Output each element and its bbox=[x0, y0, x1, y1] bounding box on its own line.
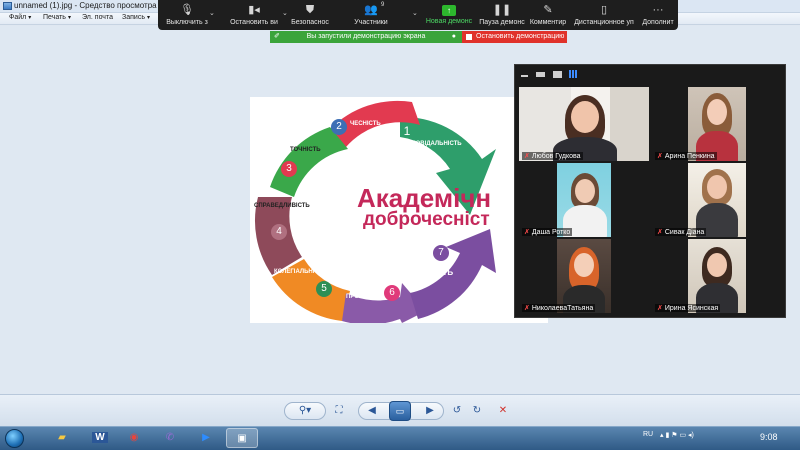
remote-control-button[interactable]: ▯ Дистанционное уп bbox=[570, 0, 638, 30]
security-button[interactable]: ⛊ Безопаснос bbox=[290, 0, 330, 30]
segment-number-4: 4 bbox=[271, 224, 287, 240]
more-button[interactable]: ··· Дополнит bbox=[640, 0, 676, 30]
more-icon: ··· bbox=[652, 4, 664, 16]
pen-icon: ✎ bbox=[543, 4, 553, 16]
participant-name: ✗ НиколаеваТатьяна bbox=[522, 304, 596, 312]
window-title: unnamed (1).jpg - Средство просмотра фо bbox=[14, 1, 170, 10]
previous-icon[interactable]: ◀ bbox=[365, 403, 379, 419]
taskbar-clock[interactable]: 9:08 bbox=[760, 432, 778, 442]
photo-viewer-taskbar-icon[interactable]: ▣ bbox=[226, 428, 258, 448]
muted-mic-icon: ✗ bbox=[657, 305, 663, 312]
participants-button[interactable]: 👥 Участники bbox=[348, 0, 394, 30]
participants-count: 9 bbox=[381, 2, 385, 8]
participant-name: ✗ Ирина Ясинская bbox=[655, 304, 721, 312]
share-screen-icon: ↑ bbox=[442, 5, 456, 16]
muted-mic-icon: ✗ bbox=[524, 153, 530, 160]
participant-name: ✗ Даша Ротко bbox=[522, 228, 573, 236]
menu-print[interactable]: Печать ▾ bbox=[43, 14, 71, 21]
slide-image: ЧЕСНІСТЬ ВІДПОВІДАЛЬНІСТЬ ТОЧНІСТЬ СПРАВ… bbox=[250, 97, 548, 323]
stop-video-button[interactable]: ▮◂ Остановить ви bbox=[218, 0, 290, 30]
speaker-view-icon[interactable] bbox=[553, 71, 562, 78]
shield-icon: ● bbox=[451, 33, 456, 40]
photo-viewer-icon bbox=[3, 2, 12, 10]
sharing-status-banner: ✐ Вы запустили демонстрацию экрана ● bbox=[270, 31, 462, 43]
participant-tile[interactable]: ✗ Сивак Діана bbox=[652, 163, 782, 237]
chevron-down-icon: ▾ bbox=[67, 15, 71, 21]
slideshow-button[interactable]: ▭ bbox=[389, 401, 411, 421]
word-taskbar-icon[interactable]: W bbox=[84, 428, 116, 448]
muted-mic-icon: ✗ bbox=[524, 229, 530, 236]
pause-share-button[interactable]: ❚❚ Пауза демонс bbox=[478, 0, 526, 30]
segment-label-collegiality: КОЛЕГІАЛЬНІСТЬ bbox=[274, 269, 327, 275]
chevron-up-icon[interactable]: ⌄ bbox=[282, 9, 288, 17]
chevron-down-icon: ▾ bbox=[146, 15, 150, 21]
menu-file[interactable]: Файл ▾ bbox=[9, 14, 31, 21]
rotate-left-icon[interactable]: ↺ bbox=[450, 403, 464, 419]
participant-tile[interactable]: ✗ Любов Гудкова bbox=[519, 87, 649, 161]
zoom-meeting-toolbar: 🎙 Выключить з ⌄ ▮◂ Остановить ви ⌄ ⛊ Без… bbox=[158, 0, 678, 30]
slideshow-icon: ▭ bbox=[395, 406, 405, 416]
muted-mic-icon: ✗ bbox=[524, 305, 530, 312]
microphone-icon: 🎙 bbox=[180, 4, 194, 16]
delete-icon[interactable]: ✕ bbox=[496, 403, 510, 419]
rotate-right-icon[interactable]: ↻ bbox=[470, 403, 484, 419]
people-icon: 👥 bbox=[364, 4, 378, 16]
segment-number-7: 7 bbox=[433, 245, 449, 261]
participant-tile[interactable]: ✗ Ирина Ясинская bbox=[652, 239, 782, 313]
chevron-down-icon: ▾ bbox=[28, 15, 32, 21]
stop-icon bbox=[466, 34, 472, 40]
magnifier-icon: ⚲▾ bbox=[298, 405, 312, 416]
chrome-taskbar-icon[interactable]: ◉ bbox=[118, 428, 150, 448]
participant-name: ✗ Сивак Діана bbox=[655, 228, 707, 236]
chevron-up-icon[interactable]: ⌄ bbox=[412, 9, 418, 17]
minimize-icon[interactable] bbox=[521, 75, 528, 77]
participant-tile[interactable]: ✗ Арина Пенкина bbox=[652, 87, 782, 161]
muted-mic-icon: ✗ bbox=[657, 153, 663, 160]
video-gallery-panel[interactable]: ✗ Любов Гудкова ✗ Арина Пенкина ✗ Даша Ротк… bbox=[514, 64, 786, 318]
shield-icon: ⛊ bbox=[305, 4, 315, 16]
menu-record[interactable]: Запись ▾ bbox=[122, 14, 150, 21]
segment-label-fairness: СПРАВЕДЛИВІСТЬ bbox=[254, 203, 310, 209]
segment-label-transparency: ПРОЗОРІСТЬ bbox=[346, 294, 386, 300]
segment-label-honesty: ЧЕСНІСТЬ bbox=[350, 121, 381, 127]
segment-number-3: 3 bbox=[281, 161, 297, 177]
new-share-button[interactable]: ↑ Новая демонс bbox=[424, 0, 474, 30]
single-view-icon[interactable] bbox=[536, 72, 545, 77]
mouse-icon: ▯ bbox=[600, 4, 608, 16]
menu-email[interactable]: Эл. почта bbox=[82, 14, 113, 21]
zoom-control[interactable]: ⚲▾ bbox=[284, 402, 326, 420]
gallery-view-controls bbox=[515, 65, 787, 85]
slide-heading-line2: доброчесніст bbox=[363, 209, 490, 230]
annotate-button[interactable]: ✎ Комментир bbox=[528, 0, 568, 30]
explorer-taskbar-icon[interactable]: ▰ bbox=[46, 428, 78, 448]
segment-number-2: 2 bbox=[331, 119, 347, 135]
camera-icon: ▮◂ bbox=[248, 4, 260, 16]
muted-mic-icon: ✗ bbox=[657, 229, 663, 236]
next-icon[interactable]: ▶ bbox=[423, 403, 437, 419]
gallery-view-icon[interactable] bbox=[569, 70, 577, 78]
segment-label-accuracy: ТОЧНІСТЬ bbox=[290, 147, 321, 153]
tray-icons[interactable]: ▴ ▮ ⚑ ▭ ◂) bbox=[660, 431, 694, 439]
share-indicator-icon: ✐ bbox=[274, 33, 280, 40]
zoom-taskbar-icon[interactable]: ▶ bbox=[190, 428, 222, 448]
language-indicator[interactable]: RU bbox=[643, 431, 653, 438]
segment-number-5: 5 bbox=[316, 281, 332, 297]
participant-name: ✗ Любов Гудкова bbox=[522, 152, 583, 160]
segment-number-6: 6 bbox=[384, 285, 400, 301]
participant-name: ✗ Арина Пенкина bbox=[655, 152, 717, 160]
participant-tile[interactable]: ✗ НиколаеваТатьяна bbox=[519, 239, 649, 313]
segment-number-1: 1 bbox=[403, 124, 411, 138]
segment-label-humanity: ГУМАНІСТЬ bbox=[407, 268, 454, 277]
mute-button[interactable]: 🎙 Выключить з bbox=[158, 0, 216, 30]
stop-share-button[interactable]: Остановить демонстрацию bbox=[462, 31, 567, 43]
segment-label-responsibility: ВІДПОВІДАЛЬНІСТЬ bbox=[401, 141, 462, 147]
participant-tile[interactable]: ✗ Даша Ротко bbox=[519, 163, 649, 237]
viber-taskbar-icon[interactable]: ✆ bbox=[154, 428, 186, 448]
pause-icon: ❚❚ bbox=[492, 4, 512, 16]
start-button[interactable] bbox=[5, 429, 24, 448]
chevron-up-icon[interactable]: ⌄ bbox=[209, 9, 215, 17]
fit-window-icon[interactable]: ⛶ bbox=[332, 403, 346, 419]
